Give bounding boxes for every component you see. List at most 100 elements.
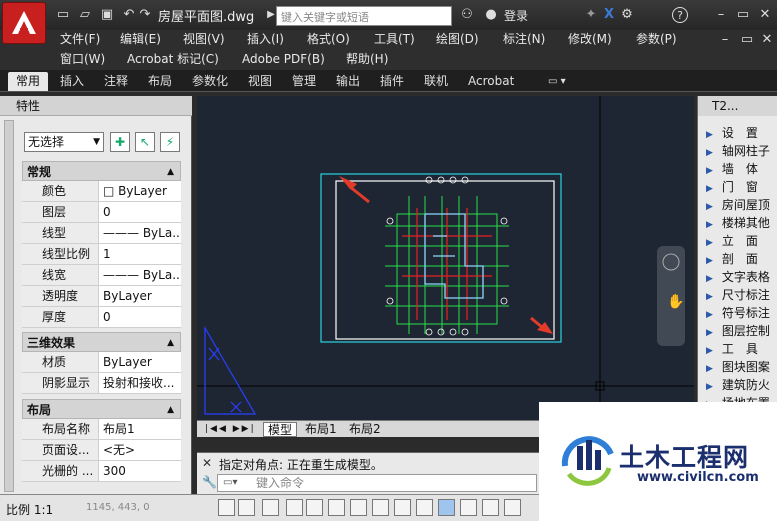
dynamic-input-icon[interactable] — [394, 499, 411, 516]
palette-item[interactable]: ▶ 立 面 — [706, 232, 777, 250]
menu-modify[interactable]: 修改(M) — [568, 30, 612, 50]
section-3d-effects[interactable]: 三维效果 ▲ — [22, 332, 181, 352]
doc-restore-icon[interactable]: ▭ — [738, 32, 756, 48]
tab-nav-icon[interactable]: |◀◀ ▶▶| — [201, 422, 260, 437]
object-snap-icon[interactable] — [306, 499, 323, 516]
property-row[interactable]: 线宽 ——— ByLa... — [22, 265, 181, 286]
drawing-canvas[interactable]: ✋ — [197, 96, 694, 420]
exchange-icon[interactable]: X — [600, 7, 618, 23]
palette-item[interactable]: ▶ 工 具 — [706, 340, 777, 358]
tab-insert[interactable]: 插入 — [52, 72, 92, 91]
menu-help[interactable]: 帮助(H) — [346, 50, 388, 70]
minimize-icon[interactable]: – — [712, 7, 730, 23]
property-row[interactable]: 页面设... <无> — [22, 440, 181, 461]
quick-select-icon[interactable]: ⚡ — [160, 132, 180, 152]
selection-cycling-icon[interactable] — [482, 499, 499, 516]
grid-display-icon[interactable] — [238, 499, 255, 516]
menu-adobe-pdf[interactable]: Adobe PDF(B) — [242, 50, 325, 70]
tab-manage[interactable]: 管理 — [284, 72, 324, 91]
menu-insert[interactable]: 插入(I) — [247, 30, 284, 50]
property-row[interactable]: 线型 ——— ByLa... — [22, 223, 181, 244]
tab-annotate[interactable]: 注释 — [96, 72, 136, 91]
lineweight-icon[interactable] — [416, 499, 433, 516]
tab-output[interactable]: 输出 — [328, 72, 368, 91]
save-icon[interactable]: ▣ — [98, 7, 116, 23]
section-layout[interactable]: 布局 ▲ — [22, 399, 181, 419]
palette-item[interactable]: ▶ 图层控制 — [706, 322, 777, 340]
property-row[interactable]: 颜色 □ ByLayer — [22, 181, 181, 202]
tab-layout2[interactable]: 布局2 — [345, 422, 385, 437]
share-icon[interactable]: ⚙ — [618, 7, 636, 23]
command-input[interactable]: 键入命令 — [217, 474, 537, 492]
toggle-pickadd-icon[interactable]: ✚ — [110, 132, 130, 152]
property-row[interactable]: 图层 0 — [22, 202, 181, 223]
palette-item[interactable]: ▶ 图块图案 — [706, 358, 777, 376]
tab-model[interactable]: 模型 — [263, 422, 298, 437]
tab-home[interactable]: 常用 — [8, 72, 49, 91]
panel-grip[interactable] — [4, 120, 14, 492]
menu-view[interactable]: 视图(V) — [183, 30, 225, 50]
otrack-icon[interactable] — [350, 499, 367, 516]
menu-tools[interactable]: 工具(T) — [374, 30, 415, 50]
property-row[interactable]: 材质 ByLayer — [22, 352, 181, 373]
tab-plugins[interactable]: 插件 — [372, 72, 412, 91]
select-objects-icon[interactable]: ↖ — [135, 132, 155, 152]
3d-osnap-icon[interactable] — [328, 499, 345, 516]
binoculars-icon[interactable]: ⚇ — [458, 7, 476, 23]
property-row[interactable]: 布局名称 布局1 — [22, 419, 181, 440]
ortho-mode-icon[interactable] — [262, 499, 279, 516]
palette-item[interactable]: ▶ 墙 体 — [706, 160, 777, 178]
annotation-monitor-icon[interactable] — [504, 499, 521, 516]
menu-file[interactable]: 文件(F) — [60, 30, 100, 50]
tab-parametric[interactable]: 参数化 — [184, 72, 236, 91]
ribbon-toggle-icon[interactable]: ▭ ▾ — [540, 72, 574, 91]
palette-item[interactable]: ▶ 尺寸标注 — [706, 286, 777, 304]
autocad-logo-icon[interactable] — [2, 2, 46, 44]
property-row[interactable]: 厚度 0 — [22, 307, 181, 328]
palette-item[interactable]: ▶ 设 置 — [706, 124, 777, 142]
palette-item[interactable]: ▶ 文字表格 — [706, 268, 777, 286]
user-icon[interactable]: ● — [482, 7, 500, 23]
tab-acrobat[interactable]: Acrobat — [460, 72, 522, 91]
property-row[interactable]: 阴影显示 投射和接收... — [22, 373, 181, 394]
snap-mode-icon[interactable] — [218, 499, 235, 516]
search-input[interactable]: 键入关键字或短语 — [276, 6, 452, 26]
maximize-icon[interactable]: ▭ — [734, 7, 752, 23]
property-row[interactable]: 光栅的 ... 300 — [22, 461, 181, 482]
transparency-icon[interactable] — [438, 499, 455, 516]
login-label[interactable]: 登录 — [504, 7, 528, 24]
selection-dropdown[interactable]: 无选择 ▼ — [24, 132, 104, 152]
redo-icon[interactable]: ↷ — [136, 7, 154, 23]
property-row[interactable]: 透明度 ByLayer — [22, 286, 181, 307]
close-icon[interactable]: ✕ — [756, 7, 774, 23]
annotation-scale[interactable]: 比例 1:1 — [6, 501, 53, 518]
palette-item[interactable]: ▶ 符号标注 — [706, 304, 777, 322]
tab-view[interactable]: 视图 — [240, 72, 280, 91]
menu-parametric[interactable]: 参数(P) — [636, 30, 677, 50]
tab-layout[interactable]: 布局 — [140, 72, 180, 91]
command-close-icon[interactable]: ✕ — [202, 456, 212, 470]
polar-tracking-icon[interactable] — [286, 499, 303, 516]
tab-online[interactable]: 联机 — [416, 72, 456, 91]
palette-item[interactable]: ▶ 楼梯其他 — [706, 214, 777, 232]
palette-item[interactable]: ▶ 建筑防火 — [706, 376, 777, 394]
property-row[interactable]: 线型比例 1 — [22, 244, 181, 265]
menu-acrobat-markup[interactable]: Acrobat 标记(C) — [127, 50, 219, 70]
menu-edit[interactable]: 编辑(E) — [120, 30, 161, 50]
new-file-icon[interactable]: ▭ — [54, 7, 72, 23]
quick-properties-icon[interactable] — [460, 499, 477, 516]
doc-minimize-icon[interactable]: – — [716, 32, 734, 48]
ducs-icon[interactable] — [372, 499, 389, 516]
menu-draw[interactable]: 绘图(D) — [436, 30, 479, 50]
doc-close-icon[interactable]: ✕ — [758, 32, 776, 48]
wrench-icon[interactable]: 🔧 — [202, 475, 217, 489]
open-file-icon[interactable]: ▱ — [76, 7, 94, 23]
help-icon[interactable]: ? — [672, 7, 688, 23]
palette-item[interactable]: ▶ 门 窗 — [706, 178, 777, 196]
menu-format[interactable]: 格式(O) — [307, 30, 350, 50]
menu-dimension[interactable]: 标注(N) — [503, 30, 545, 50]
palette-item[interactable]: ▶ 剖 面 — [706, 250, 777, 268]
palette-item[interactable]: ▶ 房间屋顶 — [706, 196, 777, 214]
star-icon[interactable]: ✦ — [582, 7, 600, 23]
menu-window[interactable]: 窗口(W) — [60, 50, 105, 70]
